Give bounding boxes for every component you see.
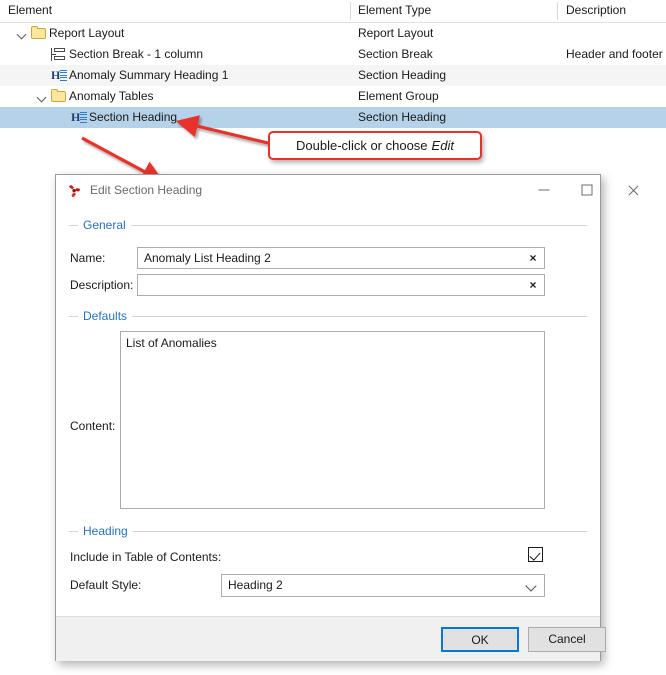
application-icon bbox=[69, 185, 80, 198]
tree-row-name-cell[interactable]: Report Layout bbox=[14, 23, 124, 44]
tree-row-type: Report Layout bbox=[358, 26, 434, 40]
name-input-value: Anomaly List Heading 2 bbox=[144, 251, 271, 265]
toc-label: Include in Table of Contents: bbox=[70, 550, 222, 564]
content-textarea[interactable]: List of Anomalies bbox=[120, 331, 545, 509]
twisty-placeholder bbox=[34, 44, 50, 65]
tree-row-selected[interactable]: H Section Heading Section Heading bbox=[0, 107, 666, 128]
column-header-element-type[interactable]: Element Type bbox=[358, 3, 431, 17]
tree-row-label: Section Heading bbox=[89, 110, 178, 124]
tree-row-name-cell[interactable]: Section Break - 1 column bbox=[34, 44, 203, 65]
maximize-icon[interactable] bbox=[565, 175, 609, 205]
tree-row-label: Report Layout bbox=[49, 26, 125, 40]
include-in-toc-checkbox[interactable] bbox=[528, 547, 543, 562]
chevron-down-icon[interactable] bbox=[525, 580, 537, 592]
edit-section-heading-dialog[interactable]: Edit Section Heading General Name: Anoma… bbox=[55, 174, 606, 661]
heading-group-label: Heading bbox=[78, 524, 133, 538]
callout-text: Double-click or choose bbox=[296, 138, 428, 153]
tree-row[interactable]: Report Layout Report Layout bbox=[0, 23, 666, 44]
dialog-footer: OK Cancel bbox=[56, 616, 606, 661]
heading-group-box: Heading bbox=[69, 524, 587, 538]
defaults-group-label: Defaults bbox=[78, 309, 133, 323]
column-header-element[interactable]: Element bbox=[8, 3, 52, 17]
close-icon[interactable] bbox=[611, 175, 655, 205]
dialog-title-bar[interactable]: Edit Section Heading bbox=[56, 175, 600, 207]
default-style-select[interactable]: Heading 2 bbox=[221, 574, 545, 597]
name-label: Name: bbox=[70, 251, 106, 265]
dialog-title: Edit Section Heading bbox=[90, 183, 203, 197]
tree-row-type: Element Group bbox=[358, 89, 439, 103]
callout-emphasis: Edit bbox=[431, 138, 454, 153]
column-header-description[interactable]: Description bbox=[566, 3, 626, 17]
general-group-box: General bbox=[69, 218, 587, 232]
chevron-down-icon[interactable] bbox=[34, 86, 50, 107]
name-input[interactable]: Anomaly List Heading 2 × bbox=[137, 247, 545, 269]
column-divider-2[interactable] bbox=[557, 2, 558, 20]
tree-row-name-cell[interactable]: H Section Heading bbox=[54, 107, 177, 128]
folder-icon bbox=[30, 23, 48, 44]
tree-row-type: Section Heading bbox=[358, 110, 447, 124]
tree-row-type: Section Break bbox=[358, 47, 433, 61]
tree-row[interactable]: Section Break - 1 column Section Break H… bbox=[0, 44, 666, 65]
callout-annotation: Double-click or choose Edit bbox=[268, 131, 482, 160]
content-textarea-value: List of Anomalies bbox=[126, 336, 217, 350]
heading-icon: H bbox=[50, 65, 68, 86]
tree-row-label: Anomaly Summary Heading 1 bbox=[69, 68, 229, 82]
minimize-icon[interactable] bbox=[522, 175, 566, 205]
default-style-label: Default Style: bbox=[70, 578, 142, 592]
ok-button[interactable]: OK bbox=[441, 627, 519, 652]
description-input[interactable]: × bbox=[137, 274, 545, 296]
check-icon bbox=[529, 548, 541, 561]
tree-row-name-cell[interactable]: Anomaly Tables bbox=[34, 86, 154, 107]
tree-row-type: Section Heading bbox=[358, 68, 447, 82]
tree-row-label: Anomaly Tables bbox=[69, 89, 154, 103]
tree-row-name-cell[interactable]: H Anomaly Summary Heading 1 bbox=[34, 65, 228, 86]
tree-row-label: Section Break - 1 column bbox=[69, 47, 204, 61]
heading-icon: H bbox=[70, 107, 88, 128]
clear-icon[interactable]: × bbox=[527, 252, 539, 264]
chevron-down-icon[interactable] bbox=[14, 23, 30, 44]
dialog-body: General Name: Anomaly List Heading 2 × D… bbox=[56, 206, 600, 615]
clear-icon[interactable]: × bbox=[527, 279, 539, 291]
column-divider-1[interactable] bbox=[350, 2, 351, 20]
tree-row[interactable]: Anomaly Tables Element Group bbox=[0, 86, 666, 107]
folder-icon bbox=[50, 86, 68, 107]
cancel-button[interactable]: Cancel bbox=[528, 627, 606, 652]
tree-row-description: Header and footer bbox=[566, 47, 663, 61]
description-label: Description: bbox=[70, 278, 134, 292]
tree-header-row: Element Element Type Description bbox=[0, 0, 666, 23]
twisty-placeholder bbox=[54, 107, 70, 128]
twisty-placeholder bbox=[34, 65, 50, 86]
general-group-label: General bbox=[78, 218, 131, 232]
default-style-value: Heading 2 bbox=[228, 578, 283, 592]
content-label: Content: bbox=[70, 419, 116, 433]
defaults-group-box: Defaults bbox=[69, 309, 587, 323]
tree-row[interactable]: H Anomaly Summary Heading 1 Section Head… bbox=[0, 65, 666, 86]
section-break-icon bbox=[50, 44, 68, 65]
